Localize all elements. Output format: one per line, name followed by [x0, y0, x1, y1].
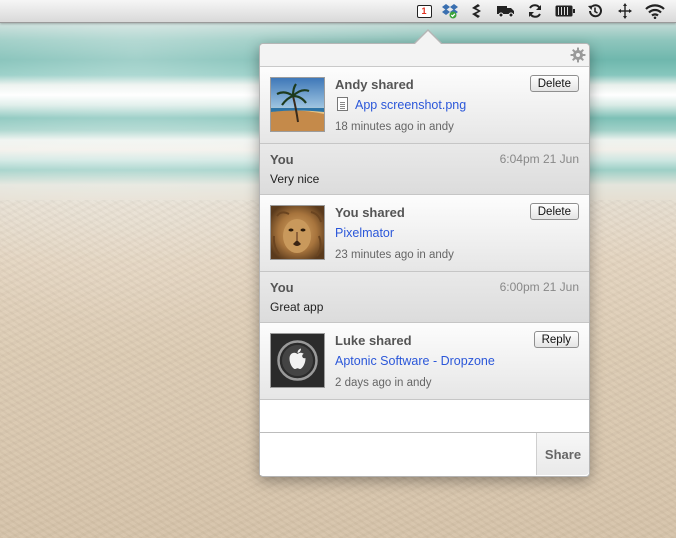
document-icon: [337, 97, 348, 111]
share-title: Luke shared: [335, 333, 412, 348]
droplr-icon[interactable]: [466, 2, 486, 20]
notifications-popover: Andy shared App screenshot.png 18 minute…: [259, 29, 590, 477]
dropbox-icon[interactable]: [440, 2, 460, 20]
share-item: Andy shared App screenshot.png 18 minute…: [260, 67, 589, 144]
popover-header: [260, 44, 589, 67]
share-item: Luke shared Aptonic Software - Dropzone …: [260, 323, 589, 400]
delete-button[interactable]: Delete: [529, 75, 579, 92]
comment-item: You 6:00pm 21 Jun Great app: [260, 272, 589, 323]
truck-icon[interactable]: [496, 2, 516, 20]
share-title: You shared: [335, 205, 405, 220]
share-meta: 18 minutes ago in andy: [335, 121, 454, 133]
shared-file-link[interactable]: App screenshot.png: [355, 98, 466, 112]
lion-thumbnail[interactable]: [270, 205, 325, 260]
beach-palm-thumbnail[interactable]: [270, 77, 325, 132]
battery-icon[interactable]: [555, 2, 575, 20]
shared-app-link[interactable]: Aptonic Software - Dropzone: [335, 354, 495, 368]
share-button[interactable]: Share: [536, 433, 589, 475]
notification-badge-icon[interactable]: 1: [414, 2, 434, 20]
share-text-input[interactable]: [260, 433, 536, 475]
time-machine-icon[interactable]: [585, 2, 605, 20]
apple-logo-thumbnail[interactable]: [270, 333, 325, 388]
comment-author: You: [270, 280, 294, 295]
reply-button[interactable]: Reply: [533, 331, 579, 348]
share-item: You shared Pixelmator 23 minutes ago in …: [260, 195, 589, 272]
sync-icon[interactable]: [525, 2, 545, 20]
share-meta: 2 days ago in andy: [335, 377, 432, 389]
share-title: Andy shared: [335, 77, 414, 92]
comment-author: You: [270, 152, 294, 167]
move-icon[interactable]: [615, 2, 635, 20]
shared-app-link[interactable]: Pixelmator: [335, 226, 394, 240]
notification-count: 1: [421, 5, 427, 16]
comment-text: Great app: [270, 300, 324, 314]
delete-button[interactable]: Delete: [529, 203, 579, 220]
share-meta: 23 minutes ago in andy: [335, 249, 454, 261]
menu-bar: 1: [0, 0, 676, 23]
wifi-icon[interactable]: [645, 2, 665, 20]
badge-box: 1: [416, 4, 432, 18]
gear-icon[interactable]: [570, 47, 586, 63]
popover-footer: Share: [260, 432, 589, 476]
comment-time: 6:04pm 21 Jun: [499, 152, 579, 166]
comment-text: Very nice: [270, 172, 320, 186]
comment-item: You 6:04pm 21 Jun Very nice: [260, 144, 589, 195]
popover-arrow-inner: [414, 31, 442, 45]
comment-time: 6:00pm 21 Jun: [499, 280, 579, 294]
